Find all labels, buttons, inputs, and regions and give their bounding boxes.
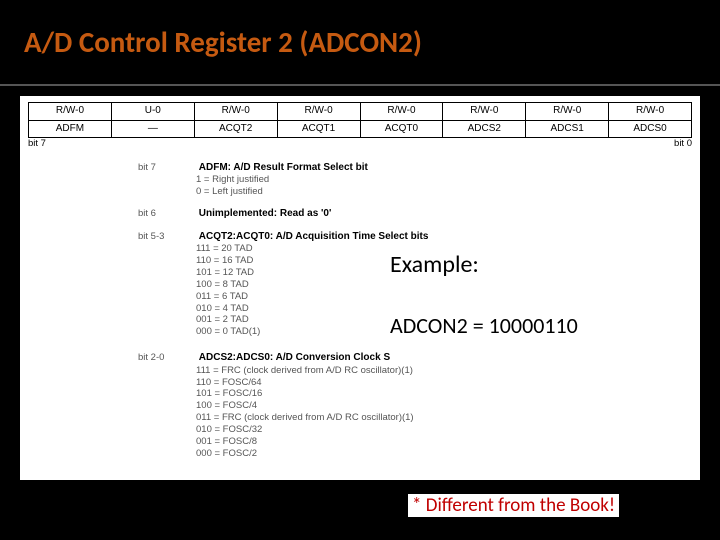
rw-cell: R/W-0 xyxy=(360,103,443,121)
bit6-row: bit 6 Unimplemented: Read as '0' xyxy=(138,208,692,221)
rw-cell: R/W-0 xyxy=(194,103,277,121)
bit-endcaps: bit 7 bit 0 xyxy=(28,138,692,150)
bit-heading: ACQT2:ACQT0: A/D Acquisition Time Select… xyxy=(199,231,429,242)
example-value: ADCON2 = 10000110 xyxy=(390,312,578,339)
bit-name-cell: ADCS2 xyxy=(443,120,526,138)
bit-line: 100 = FOSC/4 xyxy=(196,400,692,412)
rw-cell: R/W-0 xyxy=(29,103,112,121)
bit-line: 010 = FOSC/32 xyxy=(196,424,692,436)
bit7-row: bit 7 ADFM: A/D Result Format Select bit… xyxy=(138,162,692,198)
register-bit-table: R/W-0 U-0 R/W-0 R/W-0 R/W-0 R/W-0 R/W-0 … xyxy=(28,102,692,138)
bit2-0-row: bit 2-0 ADCS2:ADCS0: A/D Conversion Cloc… xyxy=(138,352,692,460)
bit-name-cell: ADFM xyxy=(29,120,112,138)
bit-line: 1 = Right justified xyxy=(196,174,692,186)
bit-line: 001 = FOSC/8 xyxy=(196,436,692,448)
bit-line: 011 = FRC (clock derived from A/D RC osc… xyxy=(196,412,692,424)
footnote-different-from-book: * Different from the Book! xyxy=(408,494,619,517)
title-rule xyxy=(0,84,720,86)
bit-label: bit 2-0 xyxy=(138,352,196,364)
bit-label: bit 6 xyxy=(138,208,196,220)
bit-line: 111 = FRC (clock derived from A/D RC osc… xyxy=(196,365,692,377)
bit-line: 000 = FOSC/2 xyxy=(196,448,692,460)
bit-name-cell: — xyxy=(111,120,194,138)
bit-line: 110 = FOSC/64 xyxy=(196,377,692,389)
rw-cell: U-0 xyxy=(111,103,194,121)
bit-name-cell: ACQT2 xyxy=(194,120,277,138)
bit-name-cell: ACQT0 xyxy=(360,120,443,138)
rw-cell: R/W-0 xyxy=(609,103,692,121)
bit-name-cell: ACQT1 xyxy=(277,120,360,138)
page-title: A/D Control Register 2 (ADCON2) xyxy=(24,24,422,60)
bit-line: 101 = FOSC/16 xyxy=(196,388,692,400)
bit-label: bit 7 xyxy=(138,162,196,174)
example-block: Example: ADCON2 = 10000110 xyxy=(390,246,680,362)
rw-cell: R/W-0 xyxy=(526,103,609,121)
bit-name-cell: ADCS1 xyxy=(526,120,609,138)
bit-heading: ADFM: A/D Result Format Select bit xyxy=(199,162,368,173)
rw-cell: R/W-0 xyxy=(443,103,526,121)
example-label: Example: xyxy=(390,250,479,279)
rw-cell: R/W-0 xyxy=(277,103,360,121)
bit-heading: Unimplemented: Read as '0' xyxy=(199,208,332,219)
bit-name-cell: ADCS0 xyxy=(609,120,692,138)
bit0-label: bit 0 xyxy=(674,138,692,150)
bit7-label: bit 7 xyxy=(28,138,46,150)
bit-label: bit 5-3 xyxy=(138,231,196,243)
bit-line: 0 = Left justified xyxy=(196,186,692,198)
